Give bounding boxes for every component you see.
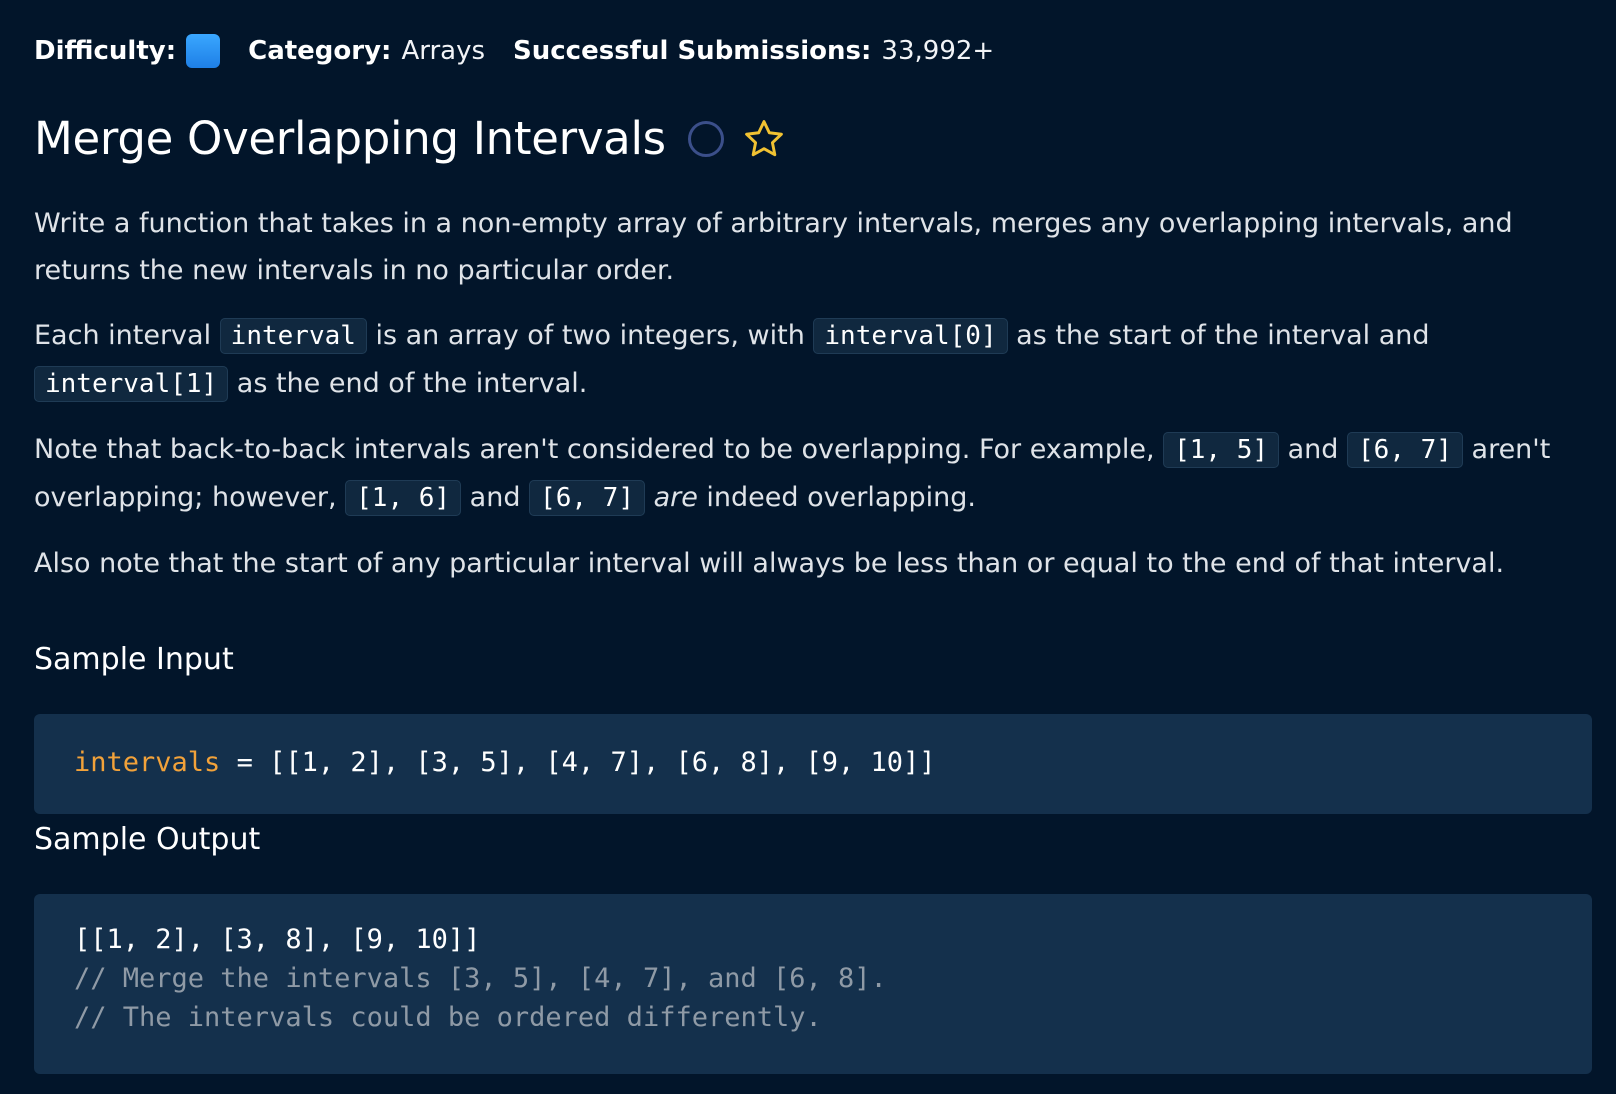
inline-code: [6, 7]: [1347, 432, 1463, 468]
code-line: intervals = [[1, 2], [3, 5], [4, 7], [6,…: [74, 743, 1552, 782]
difficulty-badge: [186, 34, 221, 68]
submissions-value: 33,992+: [881, 36, 995, 66]
star-outline-icon[interactable]: [742, 117, 786, 161]
prompt-paragraph: Each interval interval is an array of tw…: [34, 312, 1574, 408]
prompt-text: [645, 482, 654, 513]
prompt-paragraph: Write a function that takes in a non-emp…: [34, 208, 1513, 286]
prompt-text: indeed overlapping.: [697, 482, 976, 513]
difficulty-label: Difficulty:: [34, 36, 177, 66]
prompt-text: as the start of the interval and: [1007, 320, 1430, 351]
submissions-label: Successful Submissions:: [513, 36, 872, 66]
code-comment: // The intervals could be ordered differ…: [74, 1002, 822, 1033]
prompt-paragraph: Also note that the start of any particul…: [34, 548, 1505, 579]
code-line: [[1, 2], [3, 8], [9, 10]]: [74, 924, 481, 955]
problem-meta-bar: Difficulty: Category: Arrays Successful …: [34, 34, 1022, 68]
sample-input-heading: Sample Input: [34, 642, 234, 677]
inline-code: [1, 5]: [1163, 432, 1280, 468]
code-comment: // Merge the intervals [3, 5], [4, 7], a…: [74, 963, 887, 994]
sample-input-code-block: intervals = [[1, 2], [3, 5], [4, 7], [6,…: [34, 714, 1592, 814]
inline-code: [6, 7]: [529, 480, 645, 516]
prompt-text: is an array of two integers, with: [366, 320, 814, 351]
inline-code: [1, 6]: [345, 480, 462, 516]
code-text: = [[1, 2], [3, 5], [4, 7], [6, 8], [9, 1…: [220, 747, 936, 778]
variable-name: intervals: [74, 747, 221, 778]
inline-code: interval[0]: [813, 318, 1008, 354]
inline-code: interval: [219, 318, 367, 354]
category-value: Arrays: [401, 36, 486, 66]
prompt-text: as the end of the interval.: [228, 368, 588, 399]
inline-code: interval[1]: [34, 366, 229, 402]
problem-title: Merge Overlapping Intervals: [34, 112, 666, 165]
emphasis-text: are: [653, 482, 698, 513]
prompt-text: Each interval: [34, 320, 220, 351]
category-label: Category:: [248, 36, 392, 66]
sample-output-code-block: [[1, 2], [3, 8], [9, 10]] // Merge the i…: [34, 894, 1592, 1074]
prompt-text: and: [1279, 434, 1348, 465]
prompt-text: and: [461, 482, 530, 513]
title-row: Merge Overlapping Intervals: [34, 112, 786, 165]
prompt-text: Note that back-to-back intervals aren't …: [34, 434, 1164, 465]
problem-prompt: Write a function that takes in a non-emp…: [34, 200, 1574, 605]
sample-output-heading: Sample Output: [34, 822, 261, 857]
circle-outline-icon[interactable]: [687, 120, 724, 157]
prompt-paragraph: Note that back-to-back intervals aren't …: [34, 426, 1574, 522]
